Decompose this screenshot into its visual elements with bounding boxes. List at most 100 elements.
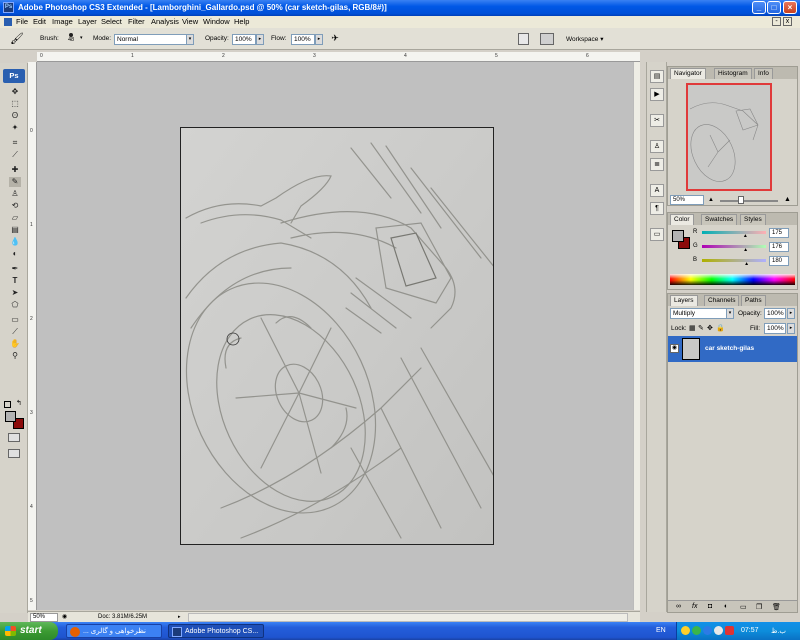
- layer-visibility-eye-icon[interactable]: ◉: [670, 344, 679, 353]
- tool-presets-icon[interactable]: ▤: [650, 70, 664, 83]
- zoom-tool-icon[interactable]: ⚲: [9, 351, 21, 361]
- notes-icon[interactable]: ▭: [650, 228, 664, 241]
- menu-select[interactable]: Select: [101, 17, 122, 26]
- zoom-in-icon[interactable]: ▲: [784, 196, 791, 203]
- navigator-zoom-input[interactable]: 50%: [670, 195, 704, 205]
- tray-green-icon[interactable]: [692, 626, 701, 635]
- eraser-tool-icon[interactable]: ▱: [9, 213, 21, 223]
- dodge-tool-icon[interactable]: ◐: [9, 249, 21, 259]
- clone-source-icon[interactable]: ♙: [650, 140, 664, 153]
- foreground-color-swatch[interactable]: [5, 411, 16, 422]
- close-button[interactable]: ×: [783, 1, 797, 14]
- airbrush-icon[interactable]: ✈: [328, 33, 342, 46]
- channel-r-value[interactable]: 175: [769, 228, 789, 238]
- trash-icon[interactable]: 🗑: [772, 603, 781, 611]
- channel-g-thumb[interactable]: ▲: [743, 247, 748, 253]
- group-icon[interactable]: ▭: [740, 603, 747, 611]
- menu-edit[interactable]: Edit: [33, 17, 46, 26]
- flow-input[interactable]: 100%: [291, 34, 315, 45]
- channel-g-value[interactable]: 176: [769, 242, 789, 252]
- link-icon[interactable]: ∞: [676, 603, 681, 610]
- zoom-out-icon[interactable]: ▲: [708, 197, 714, 203]
- navigator-zoom-slider[interactable]: [720, 200, 778, 202]
- menu-filter[interactable]: Filter: [128, 17, 145, 26]
- start-button[interactable]: start: [0, 622, 58, 640]
- blend-mode-dropdown-icon[interactable]: ▾: [726, 308, 734, 319]
- opacity-input[interactable]: 100%: [232, 34, 256, 45]
- language-indicator[interactable]: EN: [656, 627, 666, 634]
- brushes-icon[interactable]: ✂: [650, 114, 664, 127]
- taskbar-item-firefox[interactable]: ... نظرخواهی و گالری: [66, 624, 162, 638]
- tray-smiley-icon[interactable]: [681, 626, 690, 635]
- lasso-tool-icon[interactable]: ʘ: [9, 111, 21, 121]
- zoom-field[interactable]: 50%: [30, 613, 58, 622]
- maximize-button[interactable]: □: [767, 1, 781, 14]
- layer-comps-icon[interactable]: ≣: [650, 158, 664, 171]
- menu-layer[interactable]: Layer: [78, 17, 97, 26]
- layer-opacity-slider-icon[interactable]: ▸: [787, 308, 795, 319]
- tray-security-icon[interactable]: [725, 626, 734, 635]
- adjustment-icon[interactable]: ◐: [724, 603, 728, 610]
- screen-mode-icon[interactable]: [8, 449, 20, 458]
- doc-minimize-icon[interactable]: -: [772, 17, 781, 26]
- shape-tool-icon[interactable]: ⬠: [9, 300, 21, 310]
- crop-tool-icon[interactable]: ⌗: [9, 138, 21, 148]
- history-brush-tool-icon[interactable]: ⟲: [9, 201, 21, 211]
- tray-network-icon[interactable]: [714, 626, 723, 635]
- gradient-tool-icon[interactable]: ▤: [9, 225, 21, 235]
- layer-row[interactable]: ◉ car sketch-gilas: [668, 336, 797, 362]
- flow-slider-icon[interactable]: ▸: [315, 34, 323, 45]
- tab-navigator[interactable]: Navigator: [670, 68, 706, 79]
- channel-b-thumb[interactable]: ▲: [744, 261, 749, 267]
- file-browser-icon[interactable]: [518, 33, 529, 45]
- layer-opacity-input[interactable]: 100%: [764, 308, 786, 319]
- fill-slider-icon[interactable]: ▸: [787, 323, 795, 334]
- mode-select[interactable]: Normal: [114, 34, 194, 45]
- layer-name[interactable]: car sketch-gilas: [705, 345, 754, 352]
- paragraph-icon[interactable]: ¶: [650, 202, 664, 215]
- menu-file[interactable]: File: [16, 17, 28, 26]
- path-selection-tool-icon[interactable]: ➤: [9, 288, 21, 298]
- lock-all-icon[interactable]: 🔒: [716, 324, 725, 332]
- clone-stamp-tool-icon[interactable]: ♙: [9, 189, 21, 199]
- new-layer-icon[interactable]: ❐: [756, 603, 762, 611]
- mask-icon[interactable]: ◘: [708, 603, 712, 610]
- tab-channels[interactable]: Channels: [704, 295, 740, 306]
- swap-colors-icon[interactable]: ↰: [16, 399, 22, 407]
- brush-size-picker[interactable]: 48: [64, 31, 78, 48]
- workspace-menu[interactable]: Workspace ▾: [566, 35, 603, 43]
- menu-analysis[interactable]: Analysis: [151, 17, 179, 26]
- type-tool-icon[interactable]: T: [9, 276, 21, 286]
- slice-tool-icon[interactable]: ⟋: [9, 150, 21, 160]
- default-colors-icon[interactable]: [4, 401, 11, 408]
- brush-dropdown-icon[interactable]: ▾: [80, 35, 83, 41]
- brush-tool-icon[interactable]: ✎: [9, 177, 21, 187]
- menu-window[interactable]: Window: [203, 17, 230, 26]
- horizontal-scrollbar[interactable]: [188, 613, 628, 622]
- taskbar-item-photoshop[interactable]: Adobe Photoshop CS...: [168, 624, 264, 638]
- channel-g-slider[interactable]: [702, 245, 766, 248]
- vertical-scrollbar[interactable]: [633, 62, 640, 610]
- tab-layers[interactable]: Layers: [670, 295, 698, 306]
- color-spectrum-bar[interactable]: [670, 274, 795, 285]
- tray-blue-icon[interactable]: [703, 626, 712, 635]
- doc-close-icon[interactable]: x: [783, 17, 792, 26]
- blur-tool-icon[interactable]: 💧: [9, 237, 21, 247]
- channel-r-slider[interactable]: [702, 231, 766, 234]
- tab-paths[interactable]: Paths: [741, 295, 766, 306]
- navigator-slider-thumb[interactable]: [738, 196, 744, 204]
- hand-tool-icon[interactable]: ✋: [9, 339, 21, 349]
- marquee-tool-icon[interactable]: ⬚: [9, 99, 21, 109]
- quick-mask-icon[interactable]: [8, 433, 20, 442]
- opacity-slider-icon[interactable]: ▸: [256, 34, 264, 45]
- tab-color[interactable]: Color: [670, 214, 694, 225]
- fill-input[interactable]: 100%: [764, 323, 786, 334]
- tab-info[interactable]: Info: [754, 68, 773, 79]
- blend-mode-select[interactable]: Multiply: [670, 308, 734, 319]
- palette-well-icon[interactable]: [540, 33, 554, 45]
- notes-tool-icon[interactable]: ▭: [9, 315, 21, 325]
- status-arrow-icon[interactable]: ▸: [178, 614, 181, 620]
- tab-styles[interactable]: Styles: [740, 214, 766, 225]
- character-icon[interactable]: A: [650, 184, 664, 197]
- move-tool-icon[interactable]: ✥: [9, 87, 21, 97]
